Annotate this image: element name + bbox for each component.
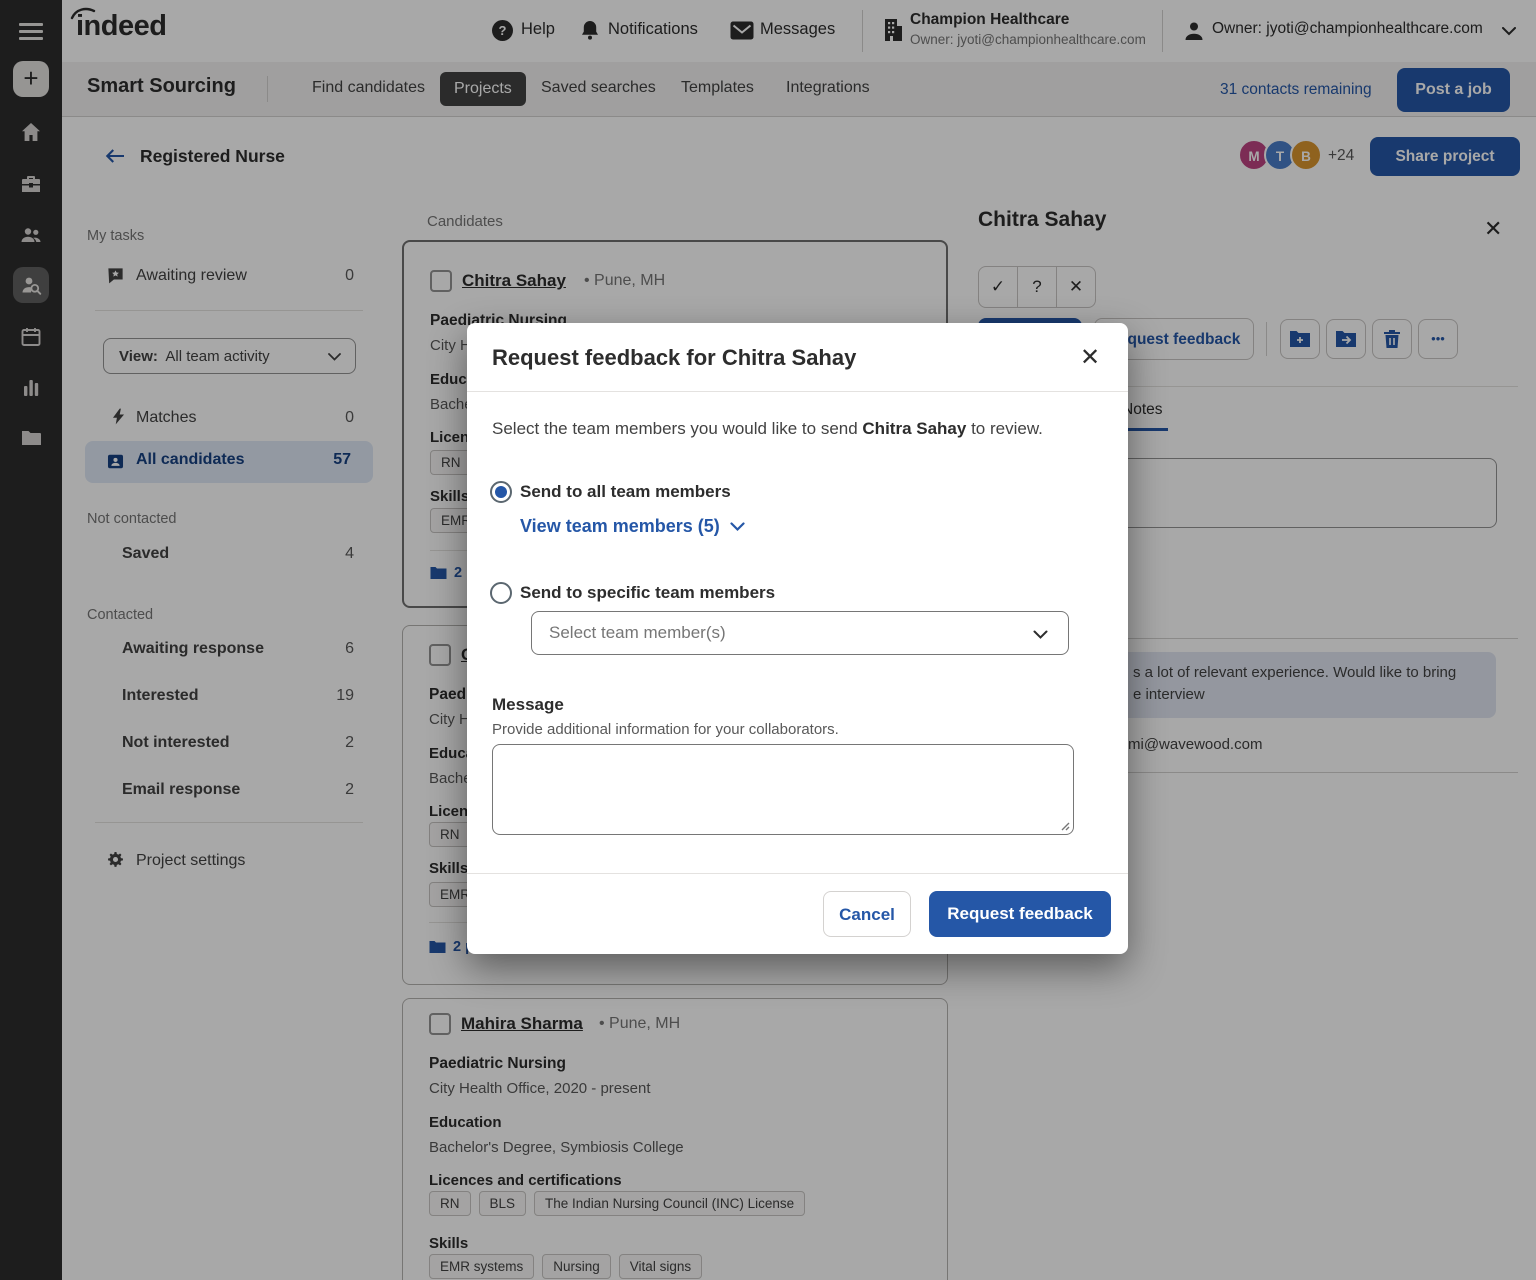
view-team-members-link[interactable]: View team members (5) (520, 516, 745, 537)
chevron-down-icon (1033, 630, 1048, 640)
radio-send-specific-label[interactable]: Send to specific team members (520, 583, 775, 603)
radio-send-all[interactable] (490, 481, 512, 503)
message-label: Message (492, 695, 564, 715)
request-feedback-submit-button[interactable]: Request feedback (929, 891, 1111, 937)
message-textarea[interactable] (492, 744, 1074, 835)
view-team-members-text: View team members (5) (520, 516, 720, 537)
team-member-select[interactable]: Select team member(s) (531, 611, 1069, 655)
intro-suffix: to review. (966, 419, 1043, 438)
modal-title: Request feedback for Chitra Sahay (492, 345, 856, 371)
intro-candidate-name: Chitra Sahay (862, 419, 966, 438)
modal-close-icon[interactable]: ✕ (1080, 343, 1100, 372)
app-root: + indeed ? Help Notific (0, 0, 1536, 1280)
modal-intro: Select the team members you would like t… (492, 419, 1043, 439)
intro-prefix: Select the team members you would like t… (492, 419, 862, 438)
resize-handle-icon[interactable] (1059, 820, 1070, 831)
radio-send-all-label[interactable]: Send to all team members (520, 482, 731, 502)
cancel-button[interactable]: Cancel (823, 891, 911, 937)
team-member-select-placeholder: Select team member(s) (549, 623, 726, 643)
request-feedback-modal: Request feedback for Chitra Sahay ✕ Sele… (467, 323, 1128, 954)
chevron-down-icon (730, 522, 745, 532)
message-helper-text: Provide additional information for your … (492, 721, 839, 738)
radio-send-specific[interactable] (490, 582, 512, 604)
